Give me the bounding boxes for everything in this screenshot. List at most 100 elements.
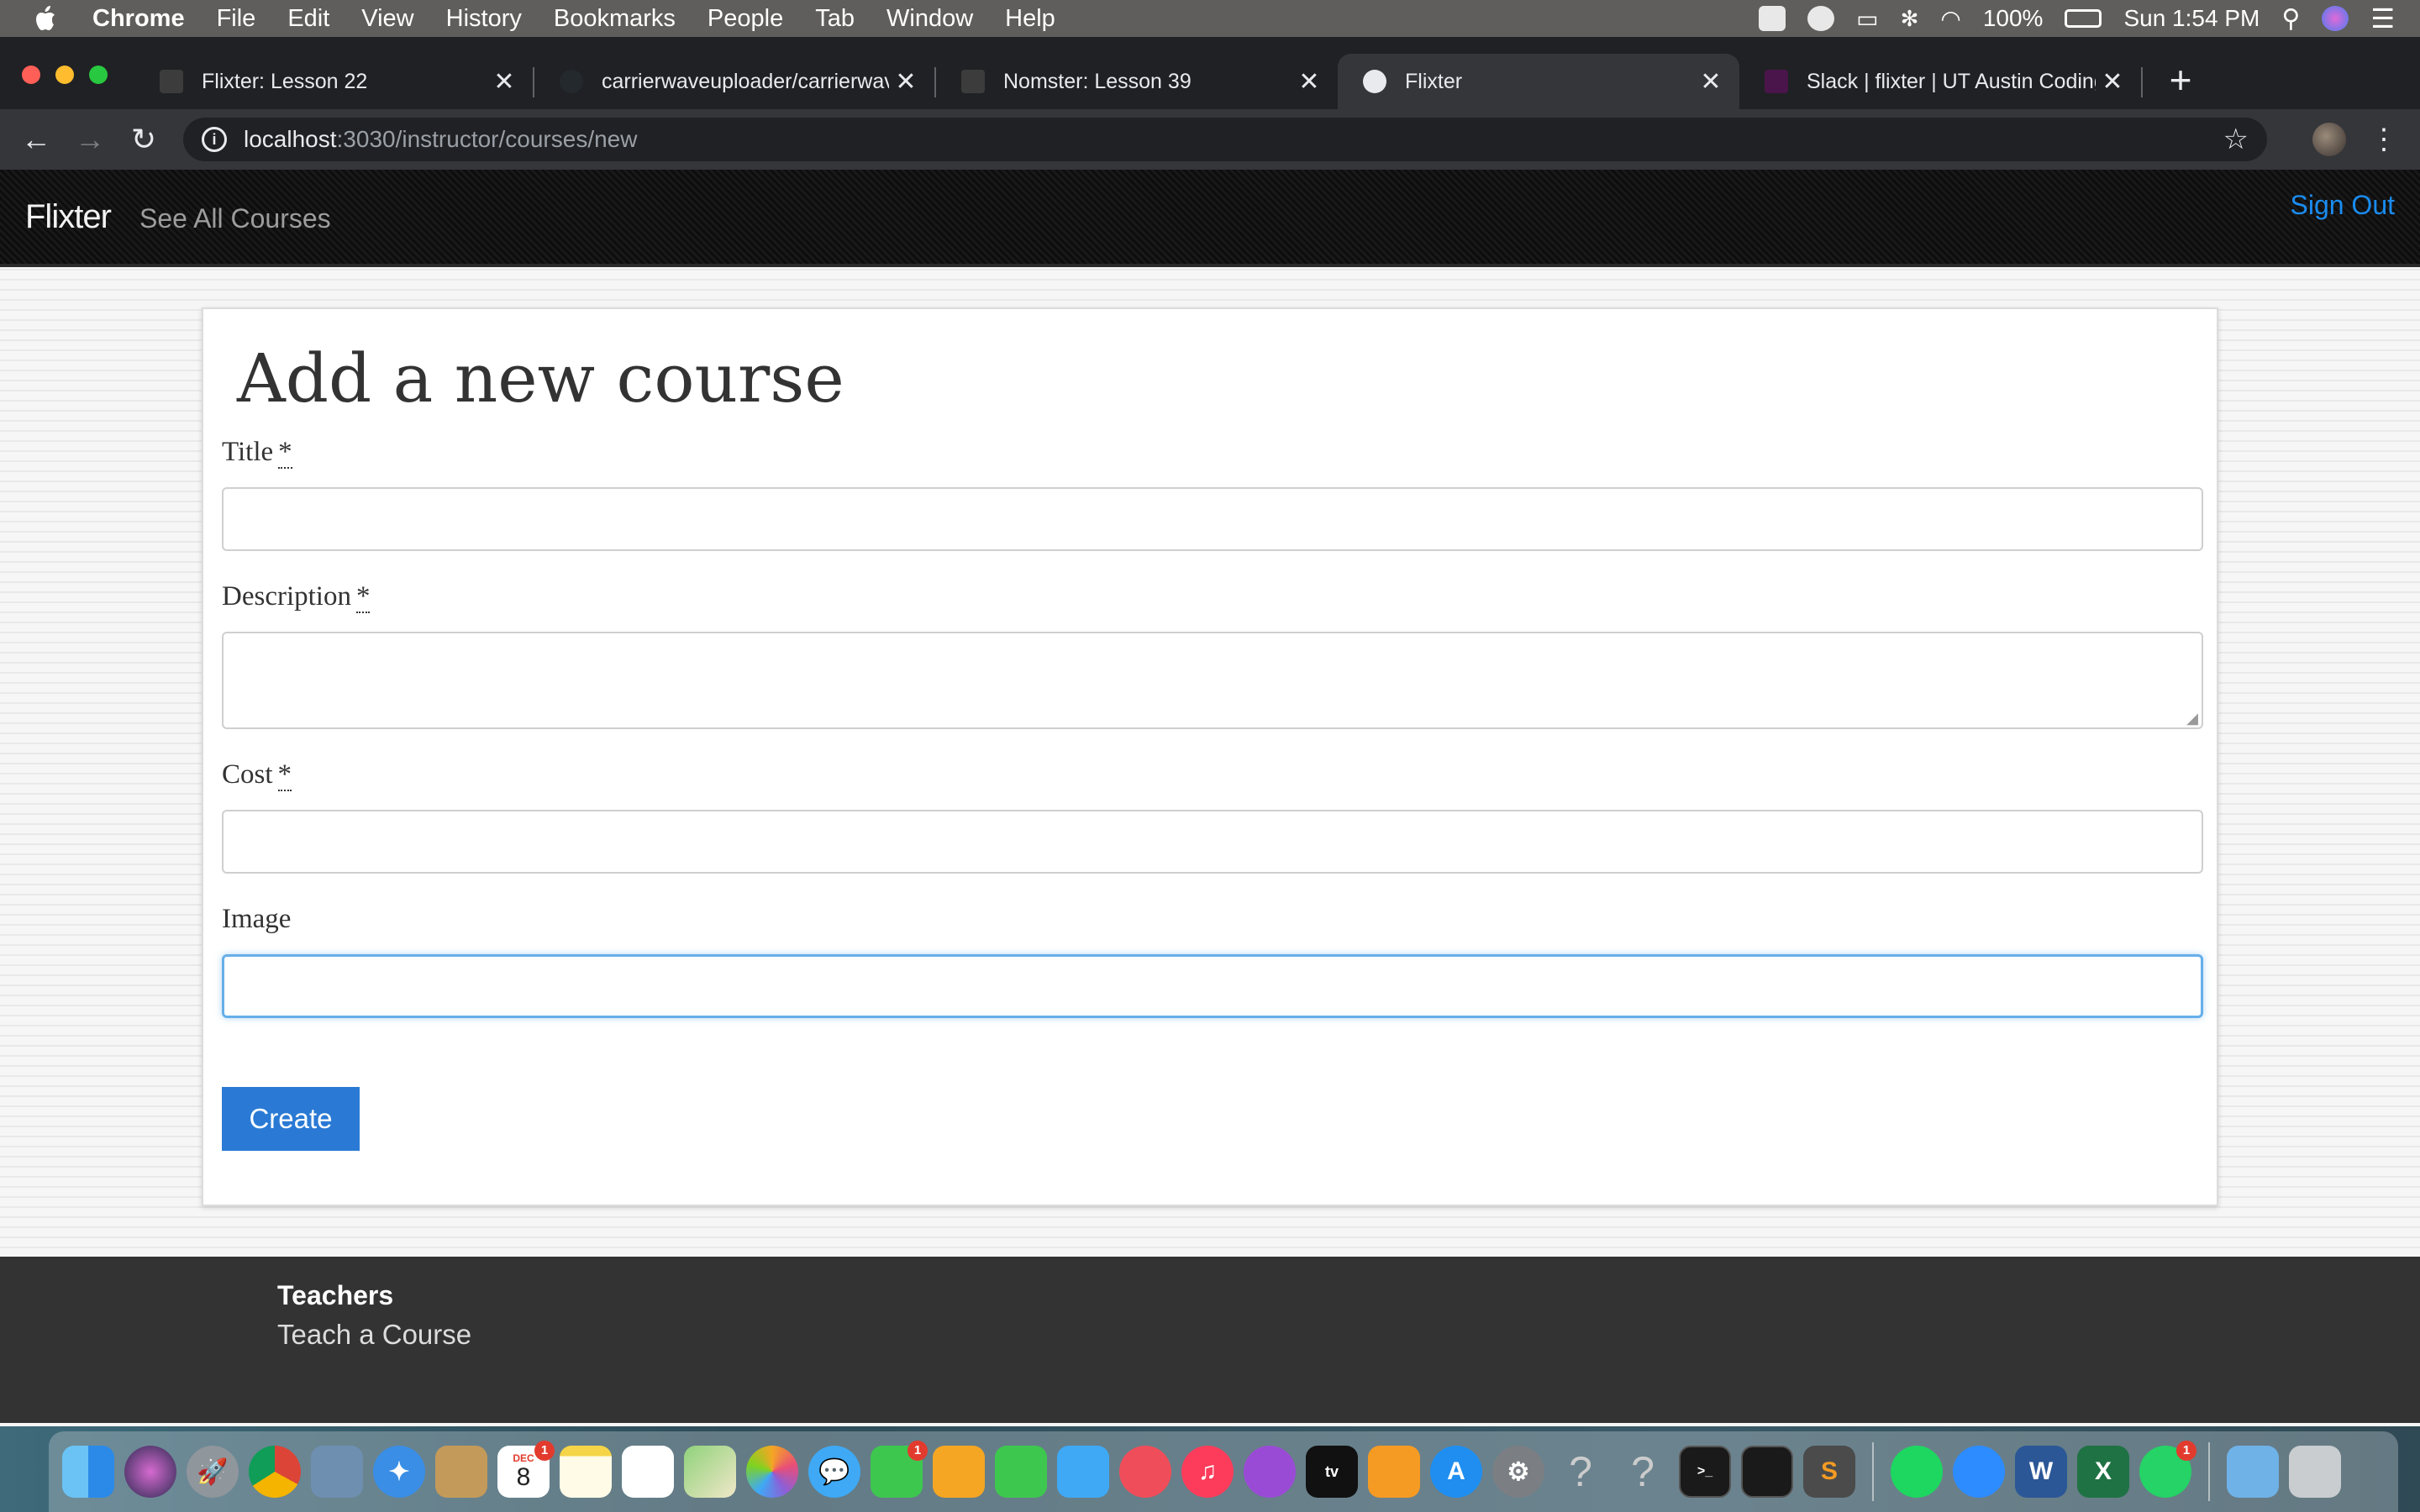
see-all-courses-link[interactable]: See All Courses bbox=[139, 203, 331, 234]
wifi-icon[interactable]: ◠ bbox=[1940, 5, 1960, 33]
new-tab-plus-icon[interactable]: + bbox=[2160, 59, 2202, 101]
word-icon[interactable]: W bbox=[2015, 1446, 2067, 1498]
sublime-text-icon[interactable]: S bbox=[1803, 1446, 1855, 1498]
zoom-icon[interactable] bbox=[1953, 1446, 2005, 1498]
spotify-icon[interactable] bbox=[1891, 1446, 1943, 1498]
teach-a-course-link[interactable]: Teach a Course bbox=[277, 1319, 471, 1351]
menu-app-chrome[interactable]: Chrome bbox=[92, 5, 185, 33]
battery-percent[interactable]: 100% bbox=[1983, 5, 2044, 32]
title-label: Title * bbox=[222, 437, 292, 469]
browser-tab[interactable]: carrierwaveuploader/carrierwave ✕ bbox=[534, 54, 934, 109]
tab-close-icon[interactable]: ✕ bbox=[889, 67, 923, 97]
menu-file[interactable]: File bbox=[217, 5, 256, 33]
tab-close-icon[interactable]: ✕ bbox=[1694, 67, 1728, 97]
news-icon[interactable] bbox=[1119, 1446, 1171, 1498]
menu-view[interactable]: View bbox=[361, 5, 413, 33]
tab-title: carrierwaveuploader/carrierwave bbox=[602, 69, 889, 93]
menu-history[interactable]: History bbox=[446, 5, 522, 33]
macos-dock: 🚀 ✦ DEC 8 1 💬 1 ♫ tv A ⚙ ? ? >_ S W X 1 bbox=[49, 1431, 2398, 1512]
window-minimize-button[interactable] bbox=[55, 66, 74, 84]
menu-tab[interactable]: Tab bbox=[815, 5, 855, 33]
trash-icon[interactable] bbox=[2289, 1446, 2341, 1498]
app-store-icon[interactable]: A bbox=[1430, 1446, 1482, 1498]
terminal-icon[interactable]: >_ bbox=[1679, 1446, 1731, 1498]
keynote-icon[interactable] bbox=[1057, 1446, 1109, 1498]
finder-icon[interactable] bbox=[62, 1446, 114, 1498]
title-input[interactable] bbox=[222, 487, 2203, 551]
spotlight-search-icon[interactable]: ⚲ bbox=[2281, 4, 2300, 34]
resize-handle-icon[interactable]: ◢ bbox=[2186, 711, 2198, 726]
siri-app-icon[interactable] bbox=[124, 1446, 176, 1498]
address-bar[interactable]: i localhost:3030/instructor/courses/new … bbox=[183, 118, 2267, 161]
pages-icon[interactable] bbox=[933, 1446, 985, 1498]
numbers-icon[interactable] bbox=[995, 1446, 1047, 1498]
cost-input[interactable] bbox=[222, 810, 2203, 874]
sign-out-link[interactable]: Sign Out bbox=[2290, 190, 2395, 221]
excel-icon[interactable]: X bbox=[2077, 1446, 2129, 1498]
browser-tab[interactable]: Slack | flixter | UT Austin Coding ✕ bbox=[1739, 54, 2141, 109]
tab-close-icon[interactable]: ✕ bbox=[1292, 67, 1326, 97]
window-close-button[interactable] bbox=[22, 66, 40, 84]
title-label-text: Title bbox=[222, 437, 274, 467]
launchpad-icon[interactable]: 🚀 bbox=[187, 1446, 239, 1498]
notification-center-icon[interactable]: ☰ bbox=[2370, 3, 2395, 34]
site-navbar: Flixter See All Courses Sign Out bbox=[0, 170, 2420, 267]
menu-bookmarks[interactable]: Bookmarks bbox=[554, 5, 676, 33]
browser-tab-active[interactable]: Flixter ✕ bbox=[1338, 54, 1739, 109]
calendar-icon[interactable]: DEC 8 1 bbox=[497, 1441, 555, 1498]
bookmark-star-icon[interactable]: ☆ bbox=[2223, 123, 2249, 156]
menubar-clock[interactable]: Sun 1:54 PM bbox=[2123, 5, 2260, 32]
whatsapp-icon[interactable]: 1 bbox=[2139, 1441, 2196, 1498]
brand-logo[interactable]: Flixter bbox=[25, 198, 112, 236]
tab-close-icon[interactable]: ✕ bbox=[2096, 67, 2129, 97]
preview-icon[interactable] bbox=[311, 1446, 363, 1498]
reload-icon[interactable]: ↻ bbox=[124, 120, 163, 159]
menu-window[interactable]: Window bbox=[886, 5, 973, 33]
zoom-status-icon[interactable] bbox=[1759, 6, 1786, 31]
tab-close-icon[interactable]: ✕ bbox=[487, 67, 521, 97]
contacts-icon[interactable] bbox=[435, 1446, 487, 1498]
system-preferences-icon[interactable]: ⚙ bbox=[1492, 1446, 1544, 1498]
forward-arrow-icon[interactable]: → bbox=[71, 120, 109, 159]
browser-tab[interactable]: Nomster: Lesson 39 ✕ bbox=[936, 54, 1338, 109]
downloads-folder-icon[interactable] bbox=[2227, 1446, 2279, 1498]
photos-icon[interactable] bbox=[746, 1446, 798, 1498]
url-path: :3030/instructor/courses/new bbox=[336, 126, 638, 152]
apple-menu-icon[interactable] bbox=[32, 4, 62, 33]
menu-people[interactable]: People bbox=[708, 5, 783, 33]
podcasts-icon[interactable] bbox=[1244, 1446, 1296, 1498]
battery-icon[interactable] bbox=[2065, 9, 2102, 28]
siri-icon[interactable] bbox=[2322, 6, 2349, 31]
reminders-icon[interactable] bbox=[622, 1446, 674, 1498]
site-info-icon[interactable]: i bbox=[202, 127, 227, 152]
airplay-icon[interactable]: ▭ bbox=[1856, 5, 1878, 33]
chrome-toolbar: ← → ↻ i localhost:3030/instructor/course… bbox=[0, 109, 2420, 170]
safari-icon[interactable]: ✦ bbox=[373, 1446, 425, 1498]
activity-monitor-icon[interactable] bbox=[1741, 1446, 1793, 1498]
cost-label: Cost * bbox=[222, 759, 292, 791]
chrome-menu-icon[interactable]: ⋮ bbox=[2370, 121, 2398, 158]
maps-icon[interactable] bbox=[684, 1446, 736, 1498]
create-button[interactable]: Create bbox=[222, 1087, 360, 1151]
menu-edit[interactable]: Edit bbox=[287, 5, 329, 33]
menu-help[interactable]: Help bbox=[1005, 5, 1055, 33]
beats-status-icon[interactable] bbox=[1807, 6, 1835, 31]
profile-avatar[interactable] bbox=[2312, 123, 2346, 156]
books-icon[interactable] bbox=[1368, 1446, 1420, 1498]
apple-tv-icon[interactable]: tv bbox=[1306, 1446, 1358, 1498]
unknown-app-icon[interactable]: ? bbox=[1617, 1446, 1669, 1498]
music-icon[interactable]: ♫ bbox=[1181, 1446, 1234, 1498]
facetime-icon[interactable]: 1 bbox=[871, 1441, 928, 1498]
messages-icon[interactable]: 💬 bbox=[808, 1446, 860, 1498]
browser-tab[interactable]: Flixter: Lesson 22 ✕ bbox=[134, 54, 533, 109]
image-input[interactable] bbox=[222, 954, 2203, 1018]
back-arrow-icon[interactable]: ← bbox=[17, 120, 55, 159]
bluetooth-icon[interactable]: ✻ bbox=[1901, 6, 1919, 32]
macos-menubar: Chrome File Edit View History Bookmarks … bbox=[0, 0, 2420, 37]
window-zoom-button[interactable] bbox=[89, 66, 108, 84]
unknown-app-icon[interactable]: ? bbox=[1555, 1446, 1607, 1498]
url-host: localhost bbox=[244, 126, 337, 152]
notes-icon[interactable] bbox=[560, 1446, 612, 1498]
chrome-app-icon[interactable] bbox=[249, 1446, 301, 1498]
description-textarea[interactable]: ◢ bbox=[222, 632, 2203, 729]
